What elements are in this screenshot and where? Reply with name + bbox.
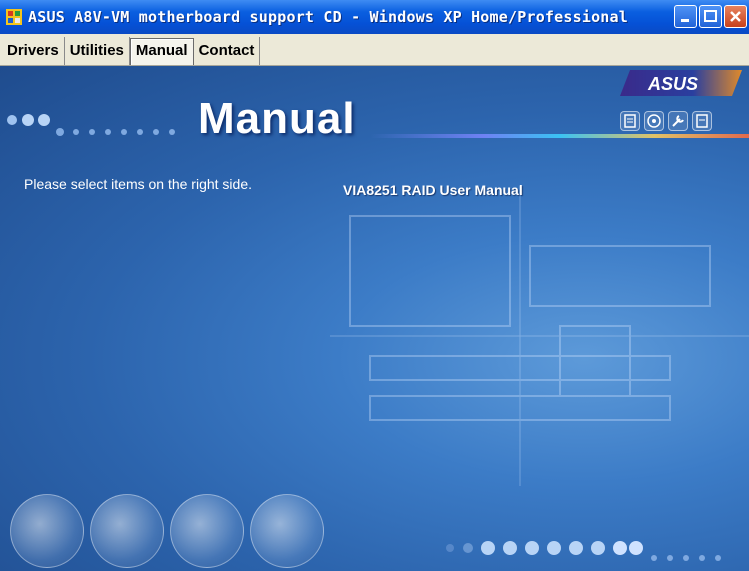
- window-controls: [674, 5, 747, 28]
- content-area: Manual ASUS Please select items on the r…: [0, 66, 749, 571]
- tab-manual[interactable]: Manual: [129, 38, 194, 65]
- asus-logo-text: ASUS: [647, 74, 698, 94]
- close-icon: [730, 11, 741, 22]
- page-title: Manual: [198, 94, 356, 143]
- tab-contact[interactable]: Contact: [194, 37, 261, 65]
- decorative-arrow-dots-top: [7, 114, 175, 136]
- title-bar[interactable]: ASUS A8V-VM motherboard support CD - Win…: [0, 0, 749, 34]
- memory-slot-icon: [250, 494, 324, 568]
- cd-icon[interactable]: [644, 111, 664, 131]
- document-icon[interactable]: [620, 111, 640, 131]
- maximize-button[interactable]: [699, 5, 722, 28]
- minimize-icon: [681, 19, 689, 22]
- tab-drivers[interactable]: Drivers: [2, 37, 65, 65]
- via8251-raid-manual-link[interactable]: VIA8251 RAID User Manual: [343, 182, 523, 198]
- asus-logo: ASUS: [620, 70, 742, 96]
- wrench-icon[interactable]: [668, 111, 688, 131]
- maximize-icon: [704, 10, 717, 22]
- app-window: ASUS A8V-VM motherboard support CD - Win…: [0, 0, 749, 571]
- motherboard-background-graphic: [330, 186, 749, 486]
- cd-drive-icon: [10, 494, 84, 568]
- fan-icon: [170, 494, 244, 568]
- window-title: ASUS A8V-VM motherboard support CD - Win…: [28, 8, 628, 26]
- title-underline-decoration: [370, 134, 749, 138]
- minimize-button[interactable]: [674, 5, 697, 28]
- decorative-arrow-dots-bottom: [446, 541, 721, 561]
- tab-utilities[interactable]: Utilities: [65, 37, 130, 65]
- bottom-decorative-circles: [10, 494, 324, 568]
- toolbar-icons: [620, 111, 712, 131]
- tab-bar: Drivers Utilities Manual Contact: [0, 34, 749, 66]
- motherboard-chip-icon: [90, 494, 164, 568]
- asus-app-icon: [6, 9, 22, 25]
- close-button[interactable]: [724, 5, 747, 28]
- instruction-text: Please select items on the right side.: [24, 176, 253, 192]
- notes-icon[interactable]: [692, 111, 712, 131]
